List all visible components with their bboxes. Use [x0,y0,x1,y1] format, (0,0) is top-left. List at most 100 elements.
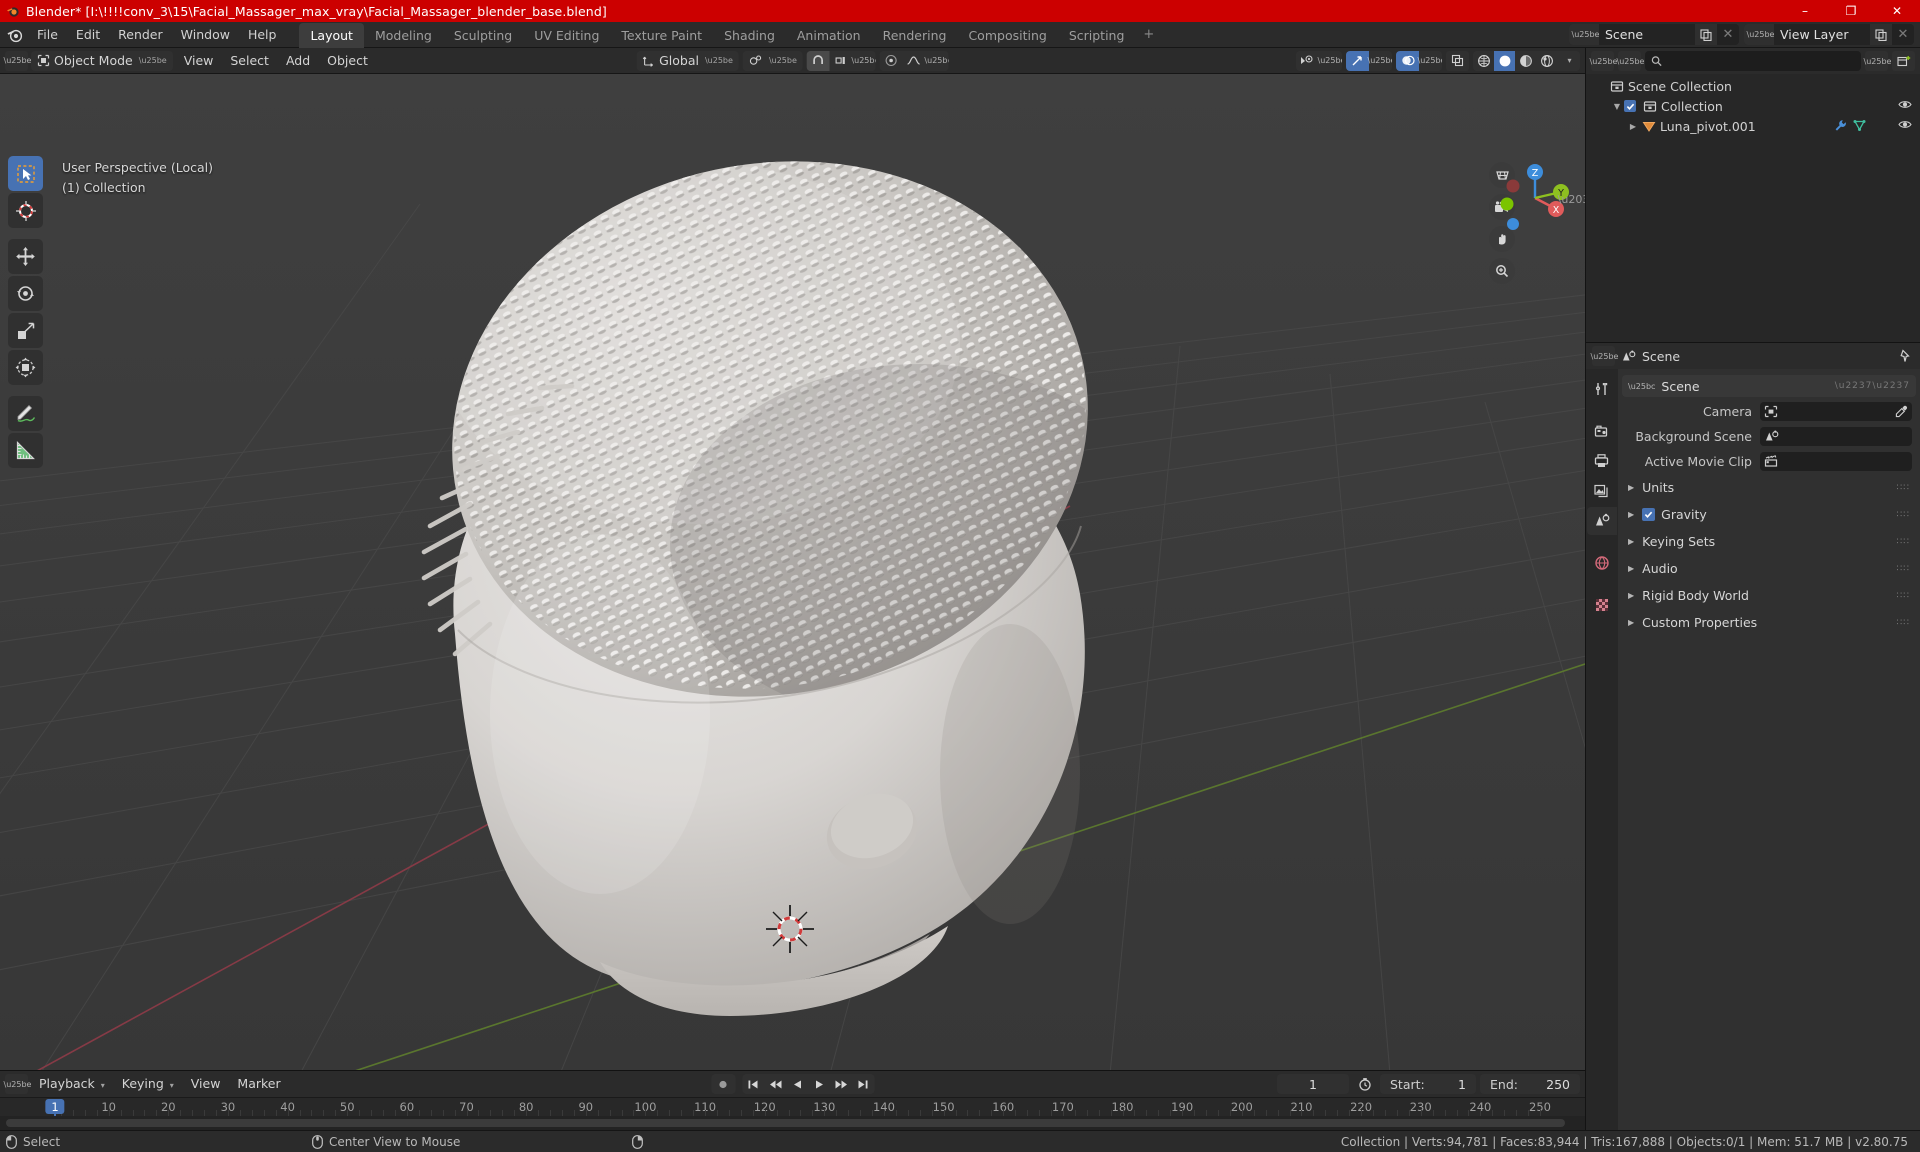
subpanel-gravity[interactable]: ▶ Gravity ∷∷ [1622,503,1916,526]
subpanel-drag-dots[interactable]: ∷∷ [1897,564,1910,574]
menu-help[interactable]: Help [239,24,286,45]
play-reverse-button[interactable] [786,1074,808,1094]
new-scene-icon[interactable] [1695,24,1717,45]
sidebar-collapse-arrow[interactable]: \u2039 [1558,184,1585,214]
menu-window[interactable]: Window [172,24,239,45]
eyedropper-icon[interactable] [1895,405,1908,418]
scene-panel-header[interactable]: \u25bc Scene \u2237\u2237 [1622,375,1916,397]
remove-layer-button[interactable]: ✕ [1892,24,1914,45]
object-visibility-icon[interactable] [1296,50,1319,71]
shading-mode-wireframe[interactable] [1473,50,1494,71]
editor-type-timeline-icon[interactable]: \u25be [4,1074,31,1094]
new-collection-icon[interactable] [1892,51,1915,71]
timeline-menu-keying[interactable]: Keying ▾ [114,1074,182,1094]
pin-icon[interactable] [1898,349,1912,363]
snap-target-selector[interactable]: \u25be [742,50,803,71]
jump-to-start-button[interactable] [742,1074,764,1094]
outliner-tree[interactable]: Scene Collection ▼ Collection ▶ Luna_pivot.0… [1586,74,1920,342]
cursor-tool[interactable] [8,193,43,228]
overlays-icon[interactable] [1396,50,1419,71]
overlay-dropdown[interactable]: \u25be [1418,50,1442,71]
outliner-display-mode-icon[interactable]: \u25be [1590,51,1617,71]
start-frame-field[interactable]: Start: 1 [1380,1074,1476,1094]
jump-next-keyframe-button[interactable] [830,1074,852,1094]
outliner-id-type-icon[interactable]: \u25be [1617,51,1644,71]
snap-increment-icon[interactable] [829,50,853,71]
modifier-icon[interactable] [1834,119,1847,132]
workspace-tab-compositing[interactable]: Compositing [957,23,1057,48]
search-input[interactable] [1667,54,1855,68]
property-field-camera[interactable] [1760,401,1912,421]
smooth-falloff-icon[interactable] [902,50,926,71]
blender-menu-icon[interactable] [4,24,26,46]
shading-mode-solid[interactable] [1494,50,1515,71]
outliner-search-box[interactable] [1645,51,1861,71]
viewport-menu-select[interactable]: Select [222,51,277,71]
xray-icon[interactable] [1446,50,1469,71]
subpanel-checkbox[interactable] [1642,508,1656,521]
view-layer-name[interactable]: View Layer [1774,24,1870,45]
auto-keying-icon[interactable] [711,1074,735,1094]
panel-drag-dots[interactable]: \u2237\u2237 [1835,381,1910,391]
transform-tool[interactable] [8,350,43,385]
subpanel-keying-sets[interactable]: ▶ Keying Sets ∷∷ [1622,530,1916,553]
outliner-visibility-toggle[interactable] [1898,119,1912,130]
subpanel-drag-dots[interactable]: ∷∷ [1897,537,1910,547]
menu-edit[interactable]: Edit [67,24,109,45]
add-workspace-button[interactable]: + [1135,22,1162,47]
zoom-view-icon[interactable] [1489,258,1515,284]
workspace-tab-rendering[interactable]: Rendering [872,23,958,48]
timeline-ruler[interactable]: 10 20 30 40 50 60 70 80 90 100 110 120 130 140 150 160 1… [0,1097,1585,1116]
workspace-tab-uv-editing[interactable]: UV Editing [523,23,610,48]
workspace-tab-shading[interactable]: Shading [713,23,786,48]
subpanel-audio[interactable]: ▶ Audio ∷∷ [1622,557,1916,580]
snap-dropdown[interactable]: \u25be [851,50,876,71]
menu-file[interactable]: File [28,24,67,45]
shading-mode-material-preview[interactable] [1515,50,1536,71]
outliner-visibility-toggle[interactable] [1898,99,1912,110]
transform-orientation-selector[interactable]: Global \u25be [636,50,739,71]
properties-world-tab[interactable] [1587,549,1617,577]
shading-mode-rendered[interactable] [1536,50,1557,71]
play-button[interactable] [808,1074,830,1094]
gizmo-dropdown[interactable]: \u25be [1368,50,1392,71]
frame-range-icon[interactable] [1353,1074,1376,1094]
timeline-playhead[interactable]: 1 [45,1099,65,1114]
property-field-active-movie-clip[interactable] [1760,451,1912,471]
measure-tool[interactable] [8,433,43,468]
properties-output-tab[interactable] [1587,447,1617,475]
workspace-tab-modeling[interactable]: Modeling [364,23,443,48]
workspace-tab-layout[interactable]: Layout [299,22,364,48]
end-frame-field[interactable]: End: 250 [1480,1074,1580,1094]
workspace-tab-sculpting[interactable]: Sculpting [443,23,523,48]
property-field-background-scene[interactable] [1760,426,1912,446]
mesh-data-icon[interactable] [1853,119,1866,132]
minimize-button[interactable]: – [1782,0,1828,22]
select-box-tool[interactable] [8,156,43,191]
properties-render-tab[interactable] [1587,417,1617,445]
new-layer-icon[interactable] [1870,24,1892,45]
subpanel-custom-properties[interactable]: ▶ Custom Properties ∷∷ [1622,611,1916,634]
scene-selector[interactable]: \u25be Scene ✕ [1569,24,1739,45]
falloff-dropdown[interactable]: \u25be [924,50,949,71]
mode-selector[interactable]: Object Mode \u25be [31,50,173,71]
outliner-expand-triangle[interactable]: ▶ [1626,122,1640,131]
subpanel-drag-dots[interactable]: ∷∷ [1897,591,1910,601]
view-layer-selector[interactable]: \u25be View Layer ✕ [1744,24,1914,45]
gizmo-icon[interactable] [1346,50,1369,71]
editor-type-3dview-icon[interactable]: \u25be [4,50,31,71]
properties-scene-tab[interactable] [1587,507,1617,535]
maximize-button[interactable]: ❐ [1828,0,1874,22]
visibility-dropdown[interactable]: \u25be [1318,50,1342,71]
outliner-row-scene-collection[interactable]: Scene Collection [1586,76,1920,96]
magnet-icon[interactable] [806,50,830,71]
subpanel-drag-dots[interactable]: ∷∷ [1897,483,1910,493]
workspace-tab-texture-paint[interactable]: Texture Paint [610,23,713,48]
timeline-menu-marker[interactable]: Marker [229,1074,288,1094]
properties-texture-tab[interactable] [1587,591,1617,619]
editor-type-properties-icon[interactable]: \u25be [1591,346,1618,366]
timeline-scrollbar[interactable] [6,1119,1565,1127]
timeline-menu-view[interactable]: View [183,1074,229,1094]
viewport-menu-object[interactable]: Object [319,51,376,71]
subpanel-drag-dots[interactable]: ∷∷ [1897,618,1910,628]
